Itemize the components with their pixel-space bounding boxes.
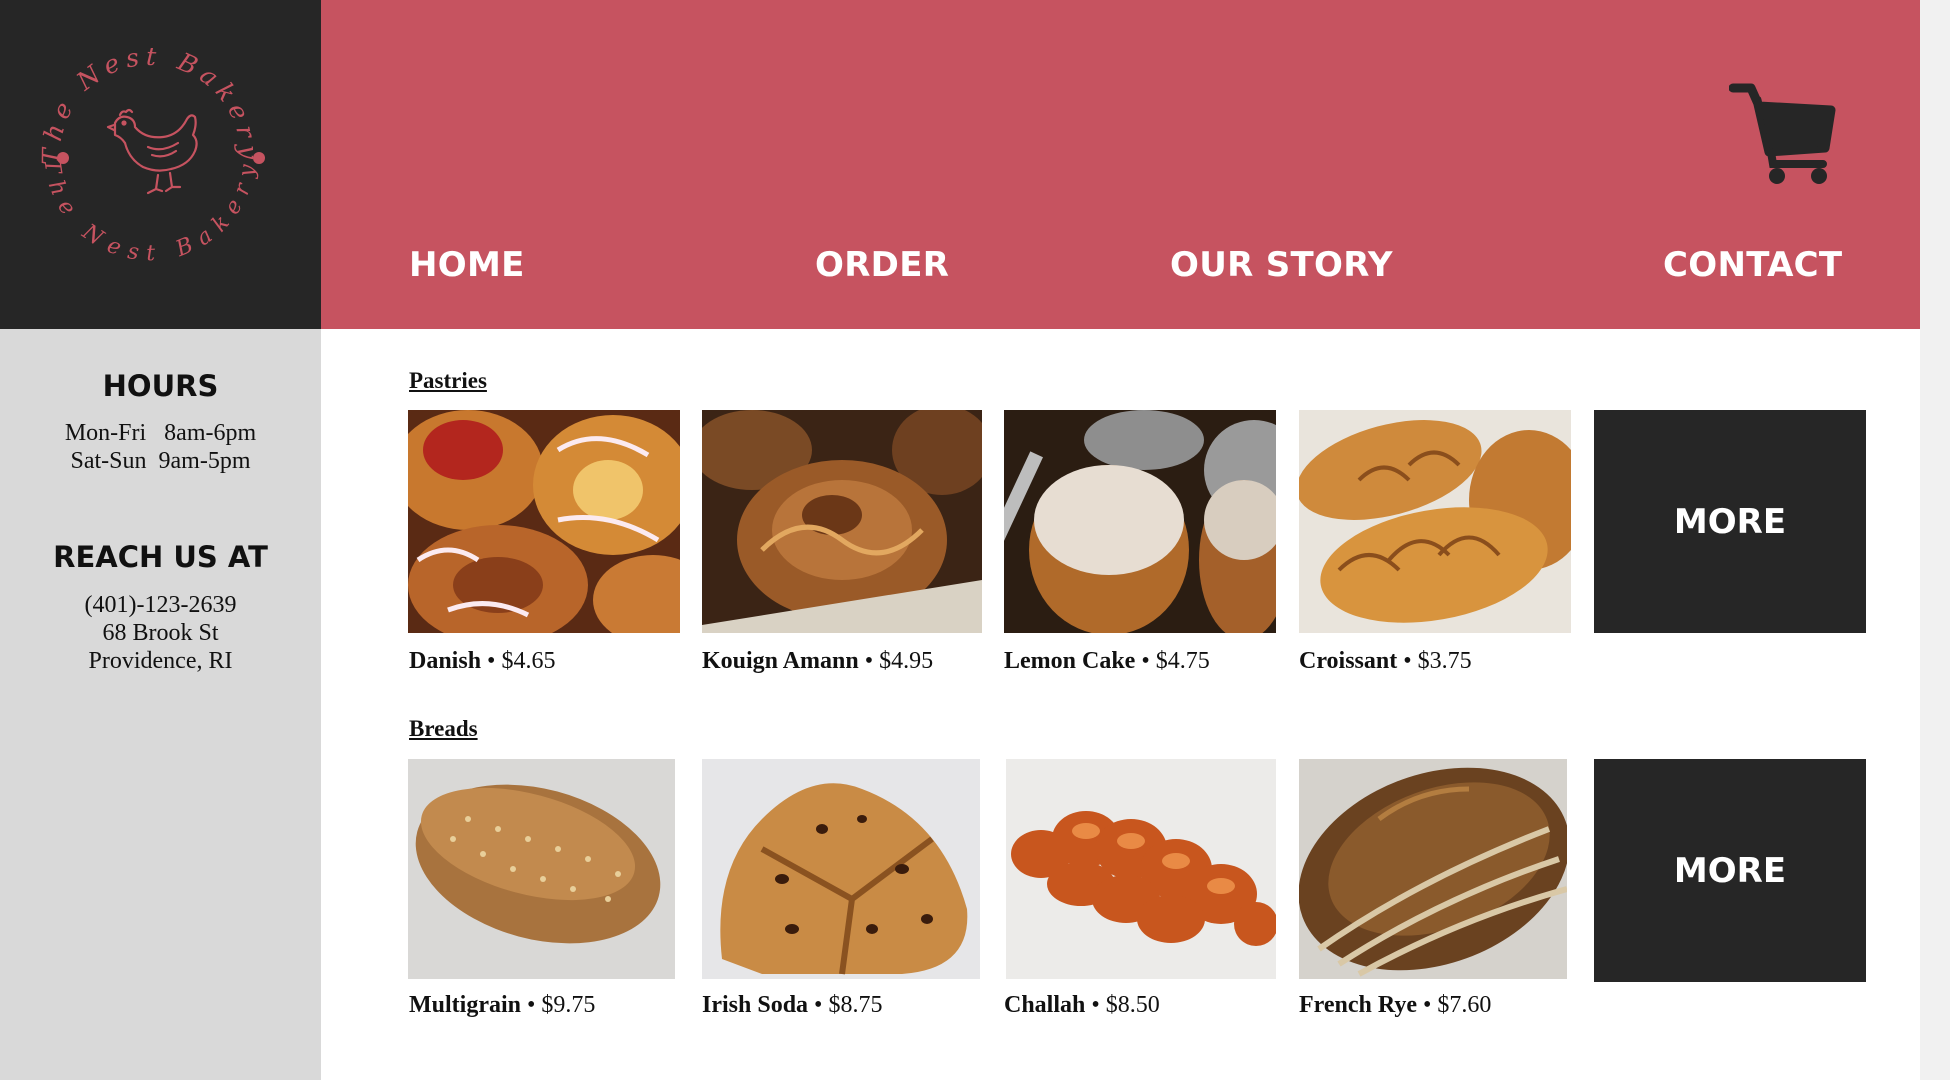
nav-home[interactable]: HOME <box>409 245 525 285</box>
contact-street: 68 Brook St <box>102 620 219 646</box>
hours-heading: HOURS <box>102 369 219 403</box>
info-sidebar: HOURS Mon-Fri 8am-6pm Sat-Sun 9am-5pm RE… <box>0 329 321 1080</box>
product-price: • $4.95 <box>864 648 934 674</box>
contact-city: Providence, RI <box>88 648 233 674</box>
product-price: • $3.75 <box>1403 648 1472 674</box>
product-price: • $4.65 <box>487 648 556 674</box>
product-price: • $8.50 <box>1091 992 1160 1018</box>
product-name: Multigrain <box>409 992 521 1018</box>
product-caption-irish-soda: Irish Soda • $8.75 <box>702 992 882 1019</box>
nav-contact[interactable]: CONTACT <box>1663 245 1842 285</box>
product-caption-croissant: Croissant • $3.75 <box>1299 648 1472 675</box>
nav-order[interactable]: ORDER <box>815 245 949 285</box>
product-image-danish[interactable] <box>408 410 680 633</box>
svg-text:The Nest Bakery: The Nest Bakery <box>38 157 261 266</box>
hours-weekend: Sat-Sun 9am-5pm <box>70 448 251 474</box>
product-image-croissant[interactable] <box>1299 410 1571 633</box>
product-image-french-rye[interactable] <box>1299 759 1567 979</box>
product-name: Kouign Amann <box>702 648 859 674</box>
product-image-lemon-cake[interactable] <box>1004 410 1276 633</box>
product-caption-multigrain: Multigrain • $9.75 <box>409 992 595 1019</box>
reach-us-heading: REACH US AT <box>53 540 268 574</box>
product-caption-challah: Challah • $8.50 <box>1004 992 1160 1019</box>
shopping-cart-icon[interactable] <box>1728 80 1839 184</box>
product-caption-kouign-amann: Kouign Amann • $4.95 <box>702 648 933 675</box>
logo-text-bottom: The Nest Bakery <box>38 157 255 266</box>
nav-our-story[interactable]: OUR STORY <box>1170 245 1393 285</box>
more-pastries-button[interactable]: MORE <box>1594 410 1866 633</box>
hours-weekday: Mon-Fri 8am-6pm <box>64 420 257 446</box>
product-price: • $8.75 <box>814 992 883 1018</box>
product-price: • $4.75 <box>1141 648 1210 674</box>
section-title-breads: Breads <box>409 716 478 741</box>
logo-block: The Nest Bakery The Nest Bakery <box>0 0 321 329</box>
product-caption-danish: Danish • $4.65 <box>409 648 555 675</box>
product-caption-lemon-cake: Lemon Cake • $4.75 <box>1004 648 1210 675</box>
product-name: Croissant <box>1299 648 1398 674</box>
right-edge <box>1920 0 1950 1080</box>
product-image-irish-soda[interactable] <box>702 759 980 979</box>
product-name: Challah <box>1004 992 1086 1018</box>
header-bar: HOME ORDER OUR STORY CONTACT <box>321 0 1920 329</box>
contact-phone[interactable]: (401)-123-2639 <box>0 592 321 619</box>
section-title-pastries: Pastries <box>409 368 487 393</box>
product-name: Danish <box>409 648 482 674</box>
product-name: Irish Soda <box>702 992 809 1018</box>
product-image-challah[interactable] <box>1006 759 1276 979</box>
product-price: • $7.60 <box>1423 992 1492 1018</box>
product-caption-french-rye: French Rye • $7.60 <box>1299 992 1491 1019</box>
product-image-multigrain[interactable] <box>408 759 675 979</box>
product-name: Lemon Cake <box>1004 648 1136 674</box>
bakery-logo: The Nest Bakery The Nest Bakery <box>37 42 265 266</box>
product-price: • $9.75 <box>527 992 596 1018</box>
hen-icon <box>106 108 198 195</box>
product-image-kouign-amann[interactable] <box>702 410 982 633</box>
more-breads-button[interactable]: MORE <box>1594 759 1866 982</box>
product-name: French Rye <box>1299 992 1418 1018</box>
